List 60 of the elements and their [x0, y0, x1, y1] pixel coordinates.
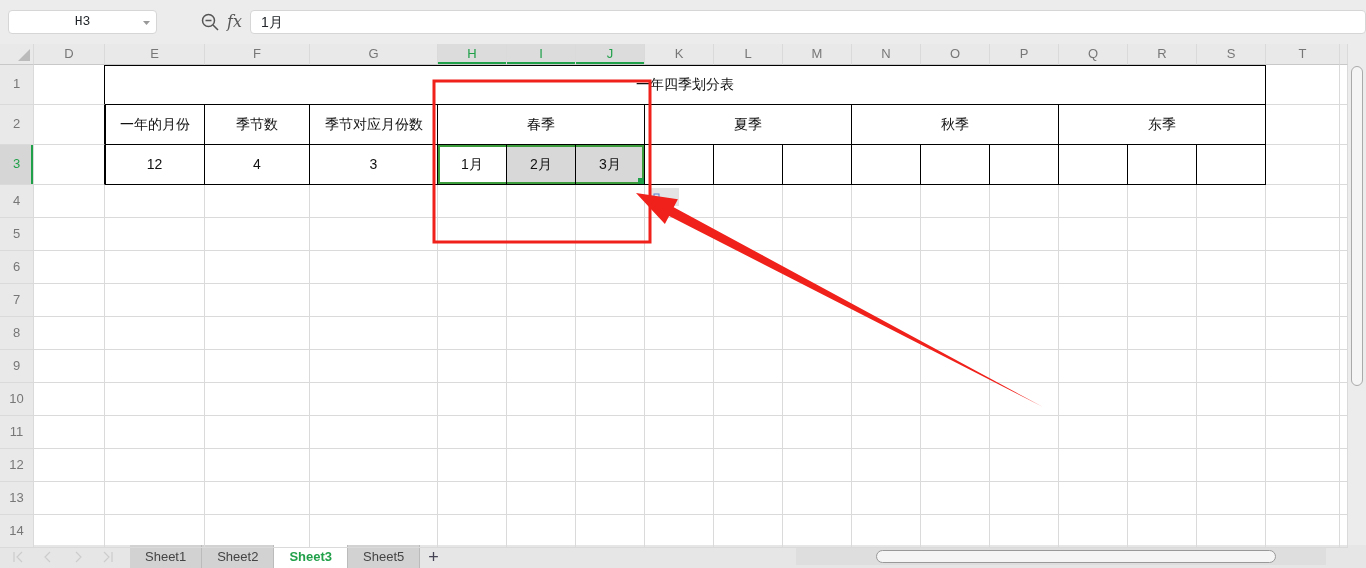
row-header[interactable]: 8 — [0, 316, 34, 350]
column-header[interactable]: R — [1128, 44, 1197, 65]
row-header[interactable]: 10 — [0, 382, 34, 416]
add-sheet-button[interactable]: + — [420, 546, 447, 567]
name-box[interactable]: H3 — [8, 10, 157, 34]
scroll-thumb[interactable] — [876, 550, 1276, 563]
caret-icon[interactable] — [143, 21, 150, 25]
column-header[interactable]: M — [783, 44, 852, 65]
column-header[interactable]: G — [310, 44, 438, 65]
table-cell[interactable]: 1月 — [438, 144, 507, 185]
table-cell: 4 — [205, 144, 310, 185]
column-heading: 季节对应月份数 — [310, 104, 438, 145]
row-header[interactable]: 9 — [0, 349, 34, 383]
row-header[interactable]: 13 — [0, 481, 34, 515]
row-header[interactable]: 7 — [0, 283, 34, 317]
row-header[interactable]: 4 — [0, 184, 34, 218]
function-button[interactable]: fx — [227, 10, 242, 34]
row-header[interactable]: 5 — [0, 217, 34, 251]
column-header[interactable]: H — [438, 44, 507, 65]
select-all-icon[interactable] — [17, 48, 30, 61]
season-heading: 春季 — [438, 104, 645, 145]
column-header[interactable]: T — [1266, 44, 1340, 65]
column-header[interactable]: D — [34, 44, 105, 65]
row-header[interactable]: 14 — [0, 514, 34, 548]
column-header[interactable]: L — [714, 44, 783, 65]
row-header[interactable]: 6 — [0, 250, 34, 284]
season-heading: 秋季 — [852, 104, 1059, 145]
column-heading: 一年的月份 — [105, 104, 205, 145]
row-header[interactable]: 3 — [0, 144, 34, 185]
table-cell: 3 — [310, 144, 438, 185]
table-cell[interactable]: 2月 — [507, 144, 576, 185]
column-header[interactable]: O — [921, 44, 990, 65]
sheet-tab[interactable]: Sheet5 — [348, 545, 421, 568]
sheet-tab[interactable]: Sheet1 — [130, 545, 203, 568]
table-cell: 12 — [105, 144, 205, 185]
column-header[interactable]: N — [852, 44, 921, 65]
scroll-thumb[interactable] — [1351, 66, 1363, 386]
column-header[interactable]: I — [507, 44, 576, 65]
column-heading: 季节数 — [205, 104, 310, 145]
season-heading: 夏季 — [645, 104, 852, 145]
horizontal-scrollbar[interactable] — [796, 548, 1326, 565]
column-header[interactable]: F — [205, 44, 310, 65]
zoom-out-icon[interactable] — [201, 13, 219, 31]
column-header[interactable]: K — [645, 44, 714, 65]
sheet-tab[interactable]: Sheet3 — [274, 545, 349, 568]
vertical-scrollbar[interactable] — [1348, 44, 1366, 545]
column-header[interactable]: S — [1197, 44, 1266, 65]
row-header[interactable]: 12 — [0, 448, 34, 482]
column-header[interactable]: Q — [1059, 44, 1128, 65]
row-header[interactable]: 11 — [0, 415, 34, 449]
row-header[interactable]: 2 — [0, 104, 34, 145]
table-cell[interactable]: 3月 — [576, 144, 645, 185]
fill-handle[interactable] — [638, 177, 644, 184]
column-header[interactable]: J — [576, 44, 645, 65]
column-header[interactable]: E — [105, 44, 205, 65]
row-header[interactable]: 1 — [0, 64, 34, 105]
column-header[interactable]: P — [990, 44, 1059, 65]
formula-field[interactable]: 1月 — [249, 10, 1366, 34]
season-heading: 东季 — [1059, 104, 1266, 145]
sheet-tab[interactable]: Sheet2 — [202, 545, 275, 568]
